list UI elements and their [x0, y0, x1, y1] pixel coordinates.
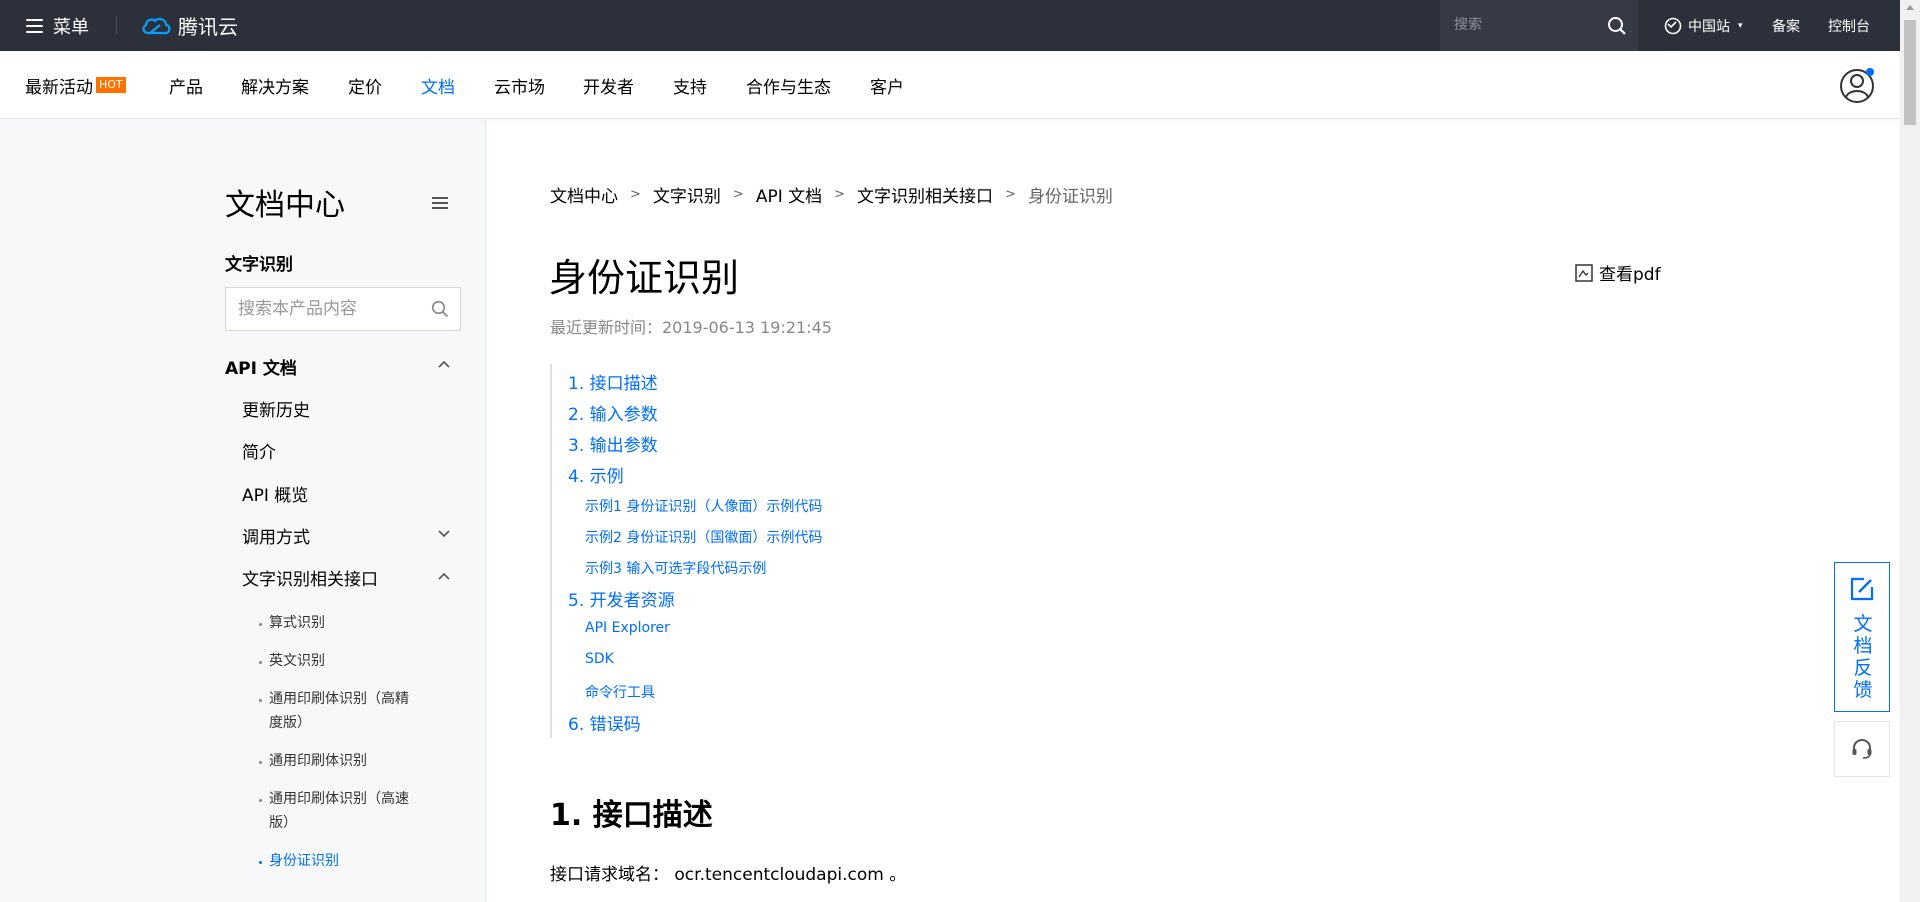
product-name: 文字识别 [225, 255, 293, 275]
toc-subitem[interactable]: 示例3 输入可选字段代码示例 [585, 558, 766, 578]
bullet-dot [259, 661, 262, 664]
main-nav: 最新活动 HOT 产品 解决方案 定价 文档 云市场 开发者 支持 合作与生态 … [0, 51, 1900, 119]
chevron-right-icon: > [1005, 187, 1016, 202]
scrollbar[interactable] [1900, 0, 1920, 902]
bullet-dot [259, 799, 262, 802]
nav-item-pricing[interactable]: 定价 [348, 51, 382, 119]
search-icon[interactable] [1607, 16, 1627, 36]
sidebar-section-api-docs[interactable]: API 文档 [225, 354, 297, 379]
toc-subitem[interactable]: API Explorer [585, 620, 670, 636]
pdf-icon [1575, 263, 1593, 282]
nav-item-partners[interactable]: 合作与生态 [746, 51, 831, 119]
bullet-dot [259, 761, 262, 764]
site-selector[interactable]: 中国站 ▾ [1664, 0, 1743, 51]
sidebar-subitem[interactable]: 英文识别 [269, 649, 419, 673]
toc-item[interactable]: 5. 开发者资源 [568, 586, 675, 611]
divider [116, 16, 117, 35]
sidebar-item-call-method[interactable]: 调用方式 [242, 523, 310, 548]
top-search[interactable] [1440, 0, 1638, 51]
breadcrumb-current: 身份证识别 [1027, 187, 1113, 207]
globe-icon [1664, 17, 1682, 34]
doc-center-title: 文档中心 [225, 188, 345, 223]
edit-icon [1850, 577, 1874, 601]
toc-subitem[interactable]: SDK [585, 651, 614, 667]
breadcrumb-item[interactable]: 文字识别 [653, 182, 721, 207]
logo[interactable]: 腾讯云 [140, 0, 238, 51]
body-paragraph: 接口请求域名： ocr.tencentcloudapi.com 。 [550, 865, 907, 885]
feedback-label: 文档反馈 [1853, 613, 1873, 701]
bullet-dot [259, 623, 262, 626]
chevron-right-icon: > [834, 187, 846, 202]
doc-feedback-button[interactable]: 文档反馈 [1834, 562, 1890, 712]
last-updated: 最近更新时间：2019-06-13 19:21:45 [550, 318, 832, 337]
cloud-logo-icon [142, 17, 171, 34]
sidebar-item-ocr-apis[interactable]: 文字识别相关接口 [242, 565, 378, 590]
menu-button[interactable]: 菜单 [26, 0, 89, 51]
nav-item-support[interactable]: 支持 [673, 51, 707, 119]
section-title: 1. 接口描述 [550, 798, 713, 833]
nav-item-developers[interactable]: 开发者 [583, 51, 634, 119]
top-bar: 菜单 腾讯云 中国站 ▾ 备案 控制台 [0, 0, 1900, 51]
logo-text: 腾讯云 [178, 15, 238, 39]
menu-label: 菜单 [53, 16, 89, 38]
toc-subitem[interactable]: 示例2 身份证识别（国徽面）示例代码 [585, 527, 822, 547]
hamburger-icon [26, 18, 43, 33]
product-search[interactable] [225, 287, 461, 331]
sidebar-subitem[interactable]: 通用印刷体识别 [269, 749, 419, 773]
chevron-up-icon[interactable] [438, 572, 450, 580]
scroll-up-arrow-icon[interactable] [1906, 5, 1914, 10]
toc-item[interactable]: 3. 输出参数 [568, 431, 658, 456]
chevron-up-icon[interactable] [438, 360, 450, 368]
toc-item[interactable]: 2. 输入参数 [568, 400, 658, 425]
nav-item-solutions[interactable]: 解决方案 [241, 51, 309, 119]
nav-item-customers[interactable]: 客户 [870, 51, 904, 119]
nav-item-activities[interactable]: 最新活动 HOT [25, 51, 126, 119]
chevron-right-icon: > [732, 187, 744, 202]
view-pdf-label: 查看pdf [1599, 265, 1661, 285]
bullet-dot [259, 861, 262, 864]
nav-item-products[interactable]: 产品 [169, 51, 203, 119]
breadcrumb-item[interactable]: 文字识别相关接口 [857, 182, 993, 207]
customer-service-button[interactable] [1834, 721, 1890, 777]
view-pdf-link[interactable]: 查看pdf [1575, 260, 1661, 285]
console-link[interactable]: 控制台 [1828, 0, 1870, 51]
chevron-down-icon[interactable] [438, 530, 450, 538]
sidebar-item-intro[interactable]: 简介 [242, 438, 276, 463]
sidebar-subitem-active[interactable]: 身份证识别 [269, 849, 419, 873]
chevron-right-icon: > [630, 187, 641, 202]
sidebar-item-api-overview[interactable]: API 概览 [242, 481, 308, 506]
toc-item[interactable]: 6. 错误码 [568, 710, 641, 735]
sidebar: 文档中心 文字识别 API 文档 更新历史 简介 API 概览 调用方式 文字识… [0, 120, 486, 902]
hot-badge: HOT [96, 77, 126, 93]
bullet-dot [259, 699, 262, 702]
sidebar-subitem[interactable]: 算式识别 [269, 611, 419, 635]
breadcrumb: 文档中心 > 文字识别 > API 文档 > 文字识别相关接口 > 身份证识别 [550, 182, 1113, 207]
table-of-contents: 1. 接口描述 2. 输入参数 3. 输出参数 4. 示例 示例1 身份证识别（… [550, 364, 950, 738]
toc-item[interactable]: 4. 示例 [568, 462, 624, 487]
toc-item[interactable]: 1. 接口描述 [568, 369, 658, 394]
top-search-input[interactable] [1454, 13, 1594, 37]
list-menu-icon[interactable] [432, 196, 448, 210]
nav-item-docs[interactable]: 文档 [421, 51, 455, 119]
nav-label: 最新活动 [25, 77, 93, 98]
headset-icon [1852, 738, 1872, 759]
search-icon[interactable] [431, 300, 449, 318]
sidebar-subitem[interactable]: 通用印刷体识别（高精度版） [269, 687, 419, 735]
breadcrumb-item[interactable]: API 文档 [756, 182, 822, 207]
toc-subitem[interactable]: 命令行工具 [585, 682, 655, 702]
breadcrumb-item[interactable]: 文档中心 [550, 182, 618, 207]
beian-link[interactable]: 备案 [1772, 0, 1800, 51]
page-title: 身份证识别 [549, 256, 740, 300]
user-avatar-icon[interactable] [1838, 65, 1878, 105]
toc-subitem[interactable]: 示例1 身份证识别（人像面）示例代码 [585, 496, 822, 516]
product-search-input[interactable] [238, 297, 428, 321]
chevron-down-icon: ▾ [1738, 20, 1743, 31]
nav-item-marketplace[interactable]: 云市场 [494, 51, 545, 119]
sidebar-subitem[interactable]: 通用印刷体识别（高速版） [269, 787, 419, 835]
scrollbar-thumb[interactable] [1904, 20, 1916, 125]
sidebar-item-history[interactable]: 更新历史 [242, 396, 310, 421]
site-label: 中国站 [1688, 18, 1730, 35]
